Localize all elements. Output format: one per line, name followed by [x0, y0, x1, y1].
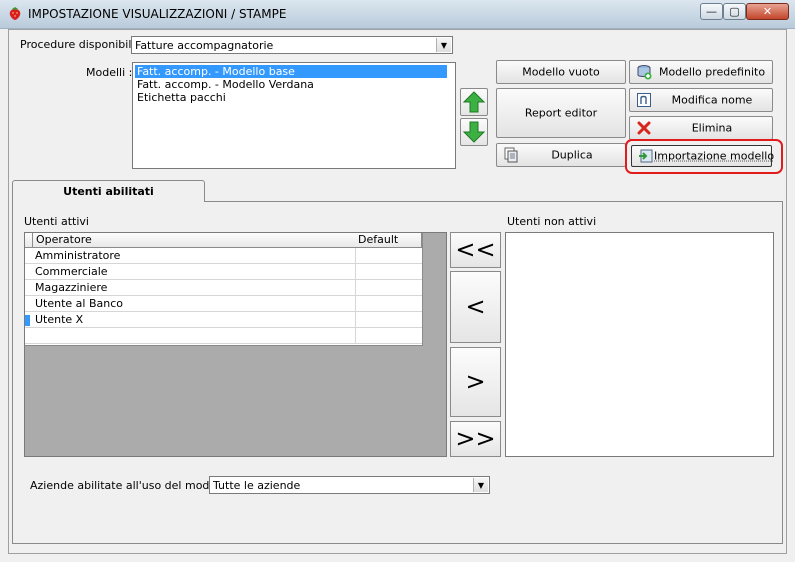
arrow-up-icon	[462, 91, 486, 113]
close-icon: ✕	[762, 5, 773, 18]
tab-label: Utenti abilitati	[63, 185, 154, 198]
table-row[interactable]: Commerciale	[25, 264, 422, 280]
aziende-label: Aziende abilitate all'uso del modello :	[30, 479, 237, 492]
left-icon: <	[465, 292, 486, 321]
modelli-label: Modelli :	[86, 66, 133, 79]
strawberry-app-icon	[9, 7, 21, 20]
table-row[interactable]: Magazziniere	[25, 280, 422, 296]
maximize-icon: ▢	[729, 5, 740, 18]
table-row[interactable]	[25, 328, 422, 344]
utenti-non-attivi-list[interactable]	[505, 232, 774, 457]
minimize-button[interactable]: —	[700, 3, 723, 20]
report-editor-button[interactable]: Report editor	[496, 88, 626, 138]
duplica-label: Duplica	[551, 148, 593, 162]
maximize-button[interactable]: ▢	[723, 3, 746, 20]
column-header-operatore[interactable]: Operatore	[33, 233, 356, 248]
operatore-cell: Utente al Banco	[35, 297, 124, 310]
modello-vuoto-label: Modello vuoto	[522, 65, 600, 79]
utenti-attivi-grid-area[interactable]: Operatore Default Amministratore Commerc…	[24, 232, 447, 457]
table-row[interactable]: Utente X	[25, 312, 422, 328]
operatore-cell: Magazziniere	[35, 281, 108, 294]
right-icon: >	[465, 367, 486, 396]
operatore-cell: Commerciale	[35, 265, 108, 278]
procedure-label: Procedure disponibili :	[20, 38, 142, 51]
move-left-button[interactable]: <	[450, 271, 501, 343]
report-editor-label: Report editor	[524, 106, 598, 120]
arrow-down-icon	[462, 121, 486, 143]
modelli-listbox[interactable]: Fatt. accomp. - Modello base Fatt. accom…	[132, 62, 456, 169]
column-header-default[interactable]: Default	[355, 233, 422, 248]
modifica-nome-button[interactable]: Modifica nome	[629, 88, 773, 112]
operatore-cell: Amministratore	[35, 249, 121, 262]
window-title: IMPOSTAZIONE VISUALIZZAZIONI / STAMPE	[28, 7, 287, 21]
move-all-right-button[interactable]: >>	[450, 421, 501, 457]
modello-predefinito-label: Modello predefinito	[658, 65, 766, 79]
double-left-icon: <<	[455, 235, 496, 264]
chevron-down-icon[interactable]: ▼	[473, 478, 488, 492]
minimize-icon: —	[706, 5, 717, 18]
modello-predefinito-button[interactable]: Modello predefinito	[629, 60, 773, 84]
modelli-item[interactable]: Fatt. accomp. - Modello base	[135, 65, 447, 78]
modelli-item[interactable]: Fatt. accomp. - Modello Verdana	[135, 78, 316, 91]
utenti-attivi-grid[interactable]: Operatore Default Amministratore Commerc…	[25, 233, 423, 346]
table-row[interactable]: Utente al Banco	[25, 296, 422, 312]
double-right-icon: >>	[455, 424, 496, 453]
table-row[interactable]: Amministratore	[25, 248, 422, 264]
row-header-corner	[25, 233, 33, 248]
procedure-select[interactable]: Fatture accompagnatorie ▼	[131, 36, 453, 54]
utenti-non-attivi-label: Utenti non attivi	[507, 215, 597, 228]
chevron-down-icon[interactable]: ▼	[436, 38, 451, 52]
move-down-button[interactable]	[460, 118, 488, 146]
utenti-attivi-label: Utenti attivi	[24, 215, 89, 228]
close-button[interactable]: ✕	[746, 3, 789, 20]
move-up-button[interactable]	[460, 88, 488, 116]
aziende-select[interactable]: Tutte le aziende ▼	[209, 476, 490, 494]
modello-vuoto-button[interactable]: Modello vuoto	[496, 60, 626, 84]
move-all-left-button[interactable]: <<	[450, 232, 501, 268]
aziende-selected-value: Tutte le aziende	[213, 479, 301, 492]
main-window: IMPOSTAZIONE VISUALIZZAZIONI / STAMPE — …	[0, 0, 795, 562]
current-row-indicator	[25, 315, 30, 326]
elimina-button[interactable]: Elimina	[629, 116, 773, 140]
title-bar: IMPOSTAZIONE VISUALIZZAZIONI / STAMPE — …	[0, 0, 795, 29]
procedure-selected-value: Fatture accompagnatorie	[135, 39, 274, 52]
tab-utenti-abilitati[interactable]: Utenti abilitati	[12, 180, 205, 202]
highlight-annotation	[625, 139, 783, 174]
modifica-nome-label: Modifica nome	[671, 93, 753, 107]
move-right-button[interactable]: >	[450, 347, 501, 417]
duplica-button[interactable]: Duplica	[496, 143, 626, 167]
modelli-item[interactable]: Etichetta pacchi	[135, 91, 228, 104]
elimina-label: Elimina	[691, 121, 733, 135]
operatore-cell: Utente X	[35, 313, 84, 326]
